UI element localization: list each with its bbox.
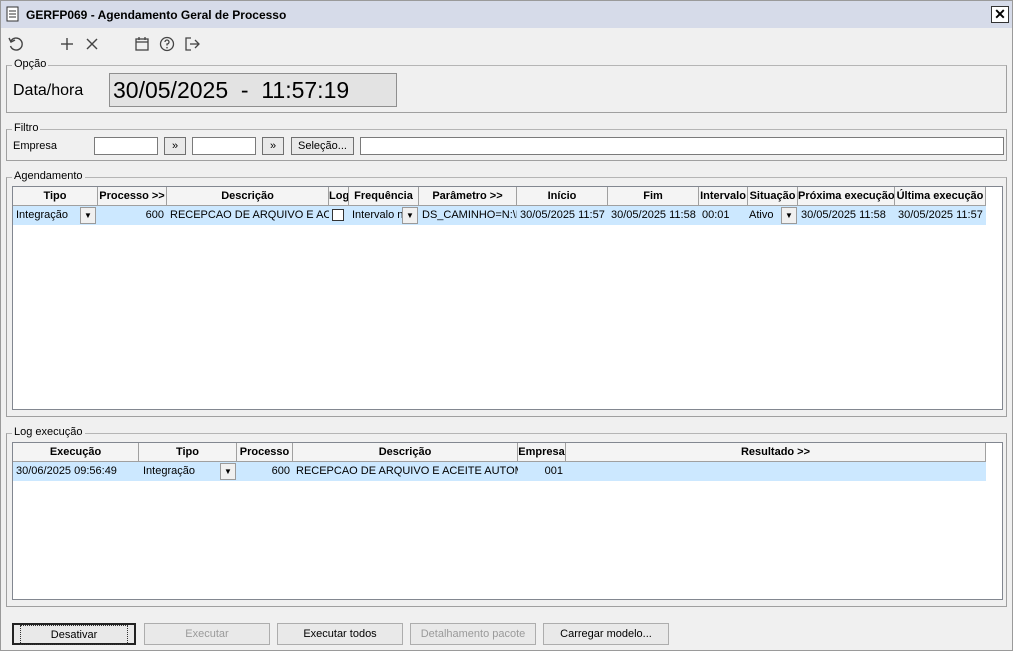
tipo-cell: Integração — [16, 209, 68, 221]
agendamento-grid[interactable]: Tipo Processo >> Descrição Log Frequênci… — [12, 186, 1003, 410]
empresa-from-search-button[interactable]: » — [164, 137, 186, 155]
descricao-cell: RECEPCAO DE ARQUIVO E ACEITE — [170, 209, 329, 221]
log-execucao-grid[interactable]: Execução Tipo Processo Descrição Empresa… — [12, 442, 1003, 600]
empresa-cell: 001 — [544, 465, 563, 477]
help-icon[interactable] — [157, 33, 177, 55]
fim-cell: 30/05/2025 11:58 — [611, 209, 696, 221]
calendar-icon[interactable] — [132, 33, 152, 55]
column-header[interactable]: Próxima execução — [798, 187, 895, 206]
filtro-legend: Filtro — [12, 122, 41, 134]
frequencia-cell: Intervalo n — [352, 209, 403, 221]
add-icon[interactable] — [57, 33, 77, 55]
column-header[interactable]: Processo — [237, 443, 293, 462]
window-title: GERFP069 - Agendamento Geral de Processo — [26, 8, 287, 22]
column-header[interactable]: Tipo — [13, 187, 98, 206]
log-checkbox[interactable] — [332, 209, 344, 221]
toolbar — [1, 29, 1012, 59]
empresa-to-input[interactable] — [192, 137, 256, 155]
frequencia-dropdown-button[interactable]: ▼ — [402, 207, 418, 224]
document-icon — [6, 6, 20, 22]
tipo-dropdown-button[interactable]: ▼ — [220, 463, 236, 480]
column-header[interactable]: Execução — [13, 443, 139, 462]
resultado-cell — [566, 462, 986, 481]
situacao-dropdown-button[interactable]: ▼ — [781, 207, 797, 224]
opcao-legend: Opção — [12, 58, 49, 70]
executar-button[interactable]: Executar — [144, 623, 270, 645]
proxima-execucao-cell: 30/05/2025 11:58 — [801, 209, 886, 221]
column-header[interactable]: Processo >> — [98, 187, 167, 206]
datetime-display: 30/05/2025 - 11:57:19 — [109, 73, 397, 107]
carregar-modelo-button[interactable]: Carregar modelo... — [543, 623, 669, 645]
filtro-group: Filtro Empresa » » Seleção... — [6, 122, 1007, 161]
table-row[interactable]: 30/06/2025 09:56:49 Integração ▼ 600 REC… — [13, 462, 986, 481]
delete-icon[interactable] — [82, 33, 102, 55]
inicio-cell: 30/05/2025 11:57 — [520, 209, 605, 221]
column-header[interactable]: Intervalo — [699, 187, 748, 206]
log-execucao-legend: Log execução — [12, 426, 85, 438]
main-window: GERFP069 - Agendamento Geral de Processo… — [0, 0, 1013, 651]
close-button[interactable]: ✕ — [991, 6, 1009, 23]
column-header[interactable]: Descrição — [167, 187, 329, 206]
datetime-label: Data/hora — [13, 82, 84, 99]
parametro-cell: DS_CAMINHO=N:\D — [422, 209, 517, 221]
title-bar: GERFP069 - Agendamento Geral de Processo… — [1, 1, 1012, 28]
tipo-dropdown-button[interactable]: ▼ — [80, 207, 96, 224]
column-header[interactable]: Parâmetro >> — [419, 187, 517, 206]
empresa-from-input[interactable] — [94, 137, 158, 155]
situacao-cell: Ativo — [749, 209, 774, 221]
desativar-button[interactable]: Desativar — [12, 623, 136, 645]
execucao-cell: 30/06/2025 09:56:49 — [16, 465, 117, 477]
processo-cell: 600 — [145, 209, 164, 221]
column-header[interactable]: Log — [329, 187, 349, 206]
executar-todos-button[interactable]: Executar todos — [277, 623, 403, 645]
table-row[interactable]: Integração ▼ 600 RECEPCAO DE ARQUIVO E A… — [13, 206, 986, 225]
opcao-group: Opção Data/hora 30/05/2025 - 11:57:19 — [6, 58, 1007, 113]
exit-icon[interactable] — [182, 33, 202, 55]
column-header[interactable]: Situação — [748, 187, 798, 206]
column-header[interactable]: Descrição — [293, 443, 518, 462]
intervalo-cell: 00:01 — [702, 209, 730, 221]
selection-text-field[interactable] — [360, 137, 1004, 155]
detalhamento-pacote-button[interactable]: Detalhamento pacote — [410, 623, 536, 645]
log-execucao-group: Log execução Execução Tipo Processo Desc… — [6, 426, 1007, 607]
processo-cell: 600 — [271, 465, 290, 477]
empresa-label: Empresa — [13, 140, 58, 152]
column-header[interactable]: Resultado >> — [566, 443, 986, 462]
agendamento-group: Agendamento Tipo Processo >> Descrição L… — [6, 170, 1007, 417]
column-header[interactable]: Empresa — [518, 443, 566, 462]
column-header[interactable]: Frequência — [349, 187, 419, 206]
column-header[interactable]: Início — [517, 187, 608, 206]
tipo-cell: Integração — [143, 465, 195, 477]
column-header[interactable]: Última execução — [895, 187, 986, 206]
desativar-label: Desativar — [19, 625, 129, 645]
column-header[interactable]: Tipo — [139, 443, 237, 462]
empresa-to-search-button[interactable]: » — [262, 137, 284, 155]
agendamento-legend: Agendamento — [12, 170, 85, 182]
refresh-icon[interactable] — [6, 33, 26, 55]
column-header[interactable]: Fim — [608, 187, 699, 206]
selection-button[interactable]: Seleção... — [291, 137, 354, 155]
ultima-execucao-cell: 30/05/2025 11:57 — [898, 209, 983, 221]
descricao-cell: RECEPCAO DE ARQUIVO E ACEITE AUTOMAT — [296, 465, 518, 477]
